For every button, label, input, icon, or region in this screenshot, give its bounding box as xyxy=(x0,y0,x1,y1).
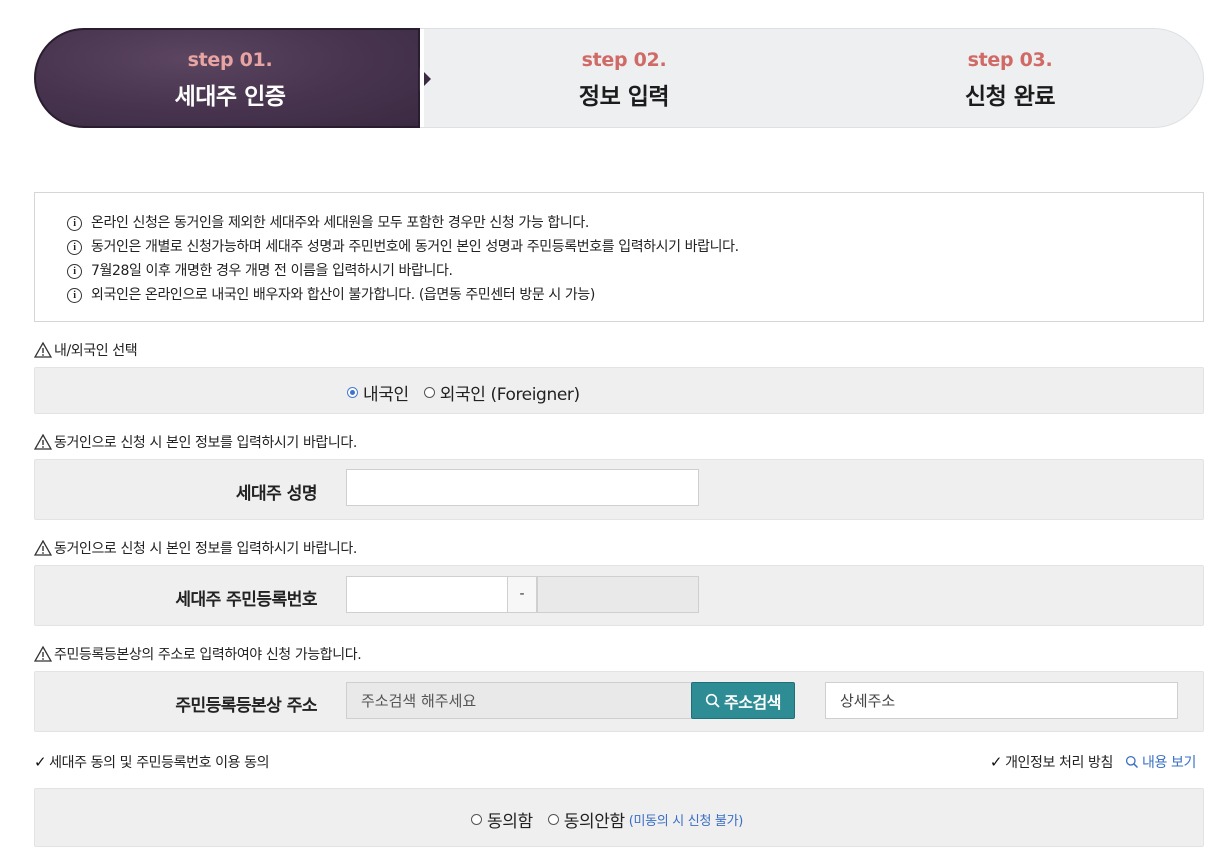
section-label-text: 세대주 동의 및 주민등록번호 이용 동의 xyxy=(49,755,270,771)
radio-button-checked[interactable] xyxy=(347,387,358,398)
nationality-label: 내/외국인 선택 xyxy=(34,340,138,360)
householder-name-input[interactable] xyxy=(346,469,699,506)
search-button-label: 주소검색 xyxy=(724,692,781,712)
section-label-text: 주민등록등본상의 주소로 입력하여야 신청 가능합니다. xyxy=(54,647,362,663)
view-content-link[interactable]: 내용 보기 xyxy=(1125,752,1196,772)
step-3: step 03. 신청 완료 xyxy=(815,49,1205,111)
step-title: 세대주 인증 xyxy=(174,84,286,110)
privacy-policy: ✓ 개인정보 처리 방침 내용 보기 xyxy=(989,752,1197,772)
notice-text: 외국인은 온라인으로 내국인 배우자와 합산이 불가합니다. (읍면동 주민센터… xyxy=(91,287,595,303)
radio-button[interactable] xyxy=(471,814,482,825)
field-label: 주민등록등본상 주소 xyxy=(175,696,317,716)
radio-button[interactable] xyxy=(423,387,435,398)
progress-stepper: step 01. 세대주 인증 step 02. 정보 입력 step 03. … xyxy=(34,28,1204,128)
notice-text: 온라인 신청은 동거인을 제외한 세대주와 세대원을 모두 포함한 경우만 신청… xyxy=(91,215,589,231)
section-label-text: 동거인으로 신청 시 본인 정보를 입력하시기 바랍니다. xyxy=(54,435,357,451)
detail-address-input[interactable]: 상세주소 xyxy=(825,682,1178,719)
search-icon xyxy=(1125,755,1139,769)
view-link-label: 내용 보기 xyxy=(1142,755,1196,771)
notice-text: 동거인은 개별로 신청가능하며 세대주 성명과 주민번호에 동거인 본인 성명과… xyxy=(91,239,739,255)
notice-item: i 온라인 신청은 동거인을 제외한 세대주와 세대원을 모두 포함한 경우만 신… xyxy=(67,211,1203,235)
info-icon: i xyxy=(67,263,82,279)
rrn-notice: 동거인으로 신청 시 본인 정보를 입력하시기 바랍니다. xyxy=(34,538,357,558)
radio-label: 동의안함 xyxy=(563,812,625,832)
notice-list: i 온라인 신청은 동거인을 제외한 세대주와 세대원을 모두 포함한 경우만 신… xyxy=(35,193,1203,307)
name-notice: 동거인으로 신청 시 본인 정보를 입력하시기 바랍니다. xyxy=(34,432,357,452)
step-number: step 03. xyxy=(967,49,1053,71)
section-label-text: 내/외국인 선택 xyxy=(54,343,138,359)
warning-icon xyxy=(34,540,52,556)
radio-korean[interactable]: 내국인 xyxy=(347,380,409,405)
rrn-first-input[interactable] xyxy=(346,576,508,613)
radio-label: 내국인 xyxy=(363,385,409,405)
info-icon: i xyxy=(67,239,82,255)
step-1: step 01. 세대주 인증 xyxy=(35,49,425,111)
warning-icon xyxy=(34,342,52,358)
notice-item: i 동거인은 개별로 신청가능하며 세대주 성명과 주민번호에 동거인 본인 성명… xyxy=(67,235,1203,259)
info-icon: i xyxy=(67,215,82,231)
notice-item: i 외국인은 온라인으로 내국인 배우자와 합산이 불가합니다. (읍면동 주민센… xyxy=(67,283,1203,307)
consent-label: ✓ 세대주 동의 및 주민등록번호 이용 동의 xyxy=(34,752,270,772)
notice-text: 7월28일 이후 개명한 경우 개명 전 이름을 입력하시기 바랍니다. xyxy=(91,263,453,279)
rrn-second-input[interactable] xyxy=(537,576,699,613)
address-notice: 주민등록등본상의 주소로 입력하여야 신청 가능합니다. xyxy=(34,644,362,664)
step-title: 정보 입력 xyxy=(578,84,670,110)
step-title: 신청 완료 xyxy=(964,84,1056,110)
privacy-label: 개인정보 처리 방침 xyxy=(1005,755,1114,771)
radio-label: 동의함 xyxy=(487,812,533,832)
warning-icon xyxy=(34,646,52,662)
radio-agree[interactable]: 동의함 xyxy=(471,807,533,832)
step-2: step 02. 정보 입력 xyxy=(429,49,819,111)
radio-foreigner[interactable]: 외국인 (Foreigner) xyxy=(423,380,580,405)
name-row: 세대주 성명 xyxy=(34,459,1204,520)
consent-note: (미동의 시 신청 불가) xyxy=(628,814,744,829)
radio-label: 외국인 (Foreigner) xyxy=(439,385,580,405)
radio-disagree[interactable]: 동의안함 xyxy=(547,807,625,832)
nationality-radio-group: 내국인 외국인 (Foreigner) xyxy=(347,380,595,405)
address-search-button[interactable]: 주소검색 xyxy=(691,682,795,719)
rrn-dash: - xyxy=(507,576,537,613)
rrn-row: 세대주 주민등록번호 - xyxy=(34,565,1204,626)
check-icon: ✓ xyxy=(989,753,1003,771)
section-label-text: 동거인으로 신청 시 본인 정보를 입력하시기 바랍니다. xyxy=(54,541,357,557)
address-input[interactable]: 주소검색 해주세요 xyxy=(346,682,692,719)
notice-item: i 7월28일 이후 개명한 경우 개명 전 이름을 입력하시기 바랍니다. xyxy=(67,259,1203,283)
field-label: 세대주 주민등록번호 xyxy=(175,590,317,610)
check-icon: ✓ xyxy=(34,753,47,771)
step-number: step 02. xyxy=(581,49,667,71)
nationality-row: 내국인 외국인 (Foreigner) xyxy=(34,367,1204,414)
field-label: 세대주 성명 xyxy=(235,484,318,504)
warning-icon xyxy=(34,434,52,450)
info-icon: i xyxy=(67,287,82,303)
address-row: 주민등록등본상 주소 주소검색 해주세요 주소검색 상세주소 xyxy=(34,671,1204,732)
step-number: step 01. xyxy=(187,49,273,71)
consent-row: 동의함 동의안함 (미동의 시 신청 불가) xyxy=(34,788,1204,847)
notice-box: i 온라인 신청은 동거인을 제외한 세대주와 세대원을 모두 포함한 경우만 신… xyxy=(34,192,1204,322)
consent-radio-group: 동의함 동의안함 (미동의 시 신청 불가) xyxy=(471,807,743,832)
search-icon xyxy=(705,693,720,708)
radio-button[interactable] xyxy=(547,814,559,825)
